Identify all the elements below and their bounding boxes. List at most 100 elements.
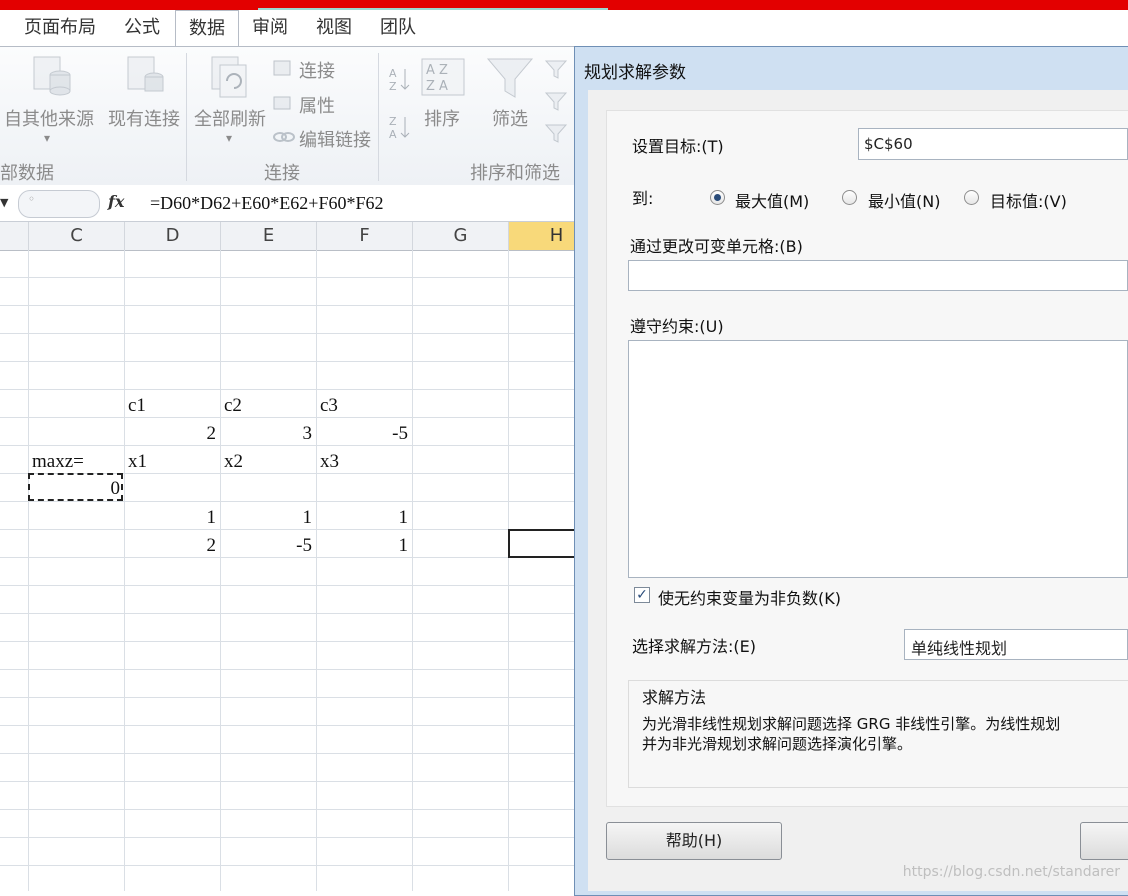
dialog-title: 规划求解参数 [584, 63, 686, 83]
chevron-down-icon: ▾ [44, 131, 51, 145]
other-sources-button[interactable]: 自其他来源 [4, 105, 94, 131]
svg-text:A: A [389, 128, 397, 141]
cell-c61[interactable]: 0 [28, 475, 121, 503]
cell-d60[interactable]: x1 [128, 448, 147, 476]
cell-e63[interactable]: -5 [220, 532, 312, 560]
group-separator [378, 53, 379, 181]
column-header-d[interactable]: D [125, 222, 221, 250]
cell-f63[interactable]: 1 [316, 532, 409, 560]
advanced-filter-icons [544, 60, 568, 143]
svg-text:A Z: A Z [426, 63, 448, 78]
constraints-label: 遵守约束:(U) [630, 317, 724, 336]
solving-method-desc-line1: 为光滑非线性规划求解问题选择 GRG 非线性引擎。为线性规划 [642, 715, 1061, 733]
tab-page-layout[interactable]: 页面布局 [18, 10, 102, 46]
set-objective-label: 设置目标:(T) [632, 137, 724, 156]
radio-value-of[interactable] [964, 190, 979, 205]
cell-d58[interactable]: c1 [128, 392, 146, 420]
solving-method-select[interactable]: 单纯线性规划 [904, 629, 1128, 660]
to-label: 到: [632, 189, 654, 208]
formula-input[interactable]: =D60*D62+E60*E62+F60*F62 [150, 193, 383, 214]
ribbon-data: 自其他来源 ▾ 现有连接 部数据 全部刷新 ▾ 连接 属性 编辑链接 连接 AZ… [0, 46, 576, 186]
tab-data[interactable]: 数据 [175, 10, 239, 47]
sort-az-icon: AZ [389, 67, 410, 93]
solving-method-desc-line2: 并为非光滑规划求解问题选择演化引擎。 [642, 735, 913, 753]
cell-c60-label[interactable]: maxz= [32, 448, 84, 476]
group-label-sort-filter: 排序和筛选 [470, 163, 560, 184]
grid-line [316, 250, 317, 891]
properties-icon [273, 96, 291, 110]
cell-d62[interactable]: 1 [124, 504, 217, 532]
grid-line [0, 277, 576, 278]
cell-f60[interactable]: x3 [320, 448, 339, 476]
cell-e58[interactable]: c2 [224, 392, 242, 420]
edit-links-icon [273, 132, 295, 142]
sort-icon: A ZZ A [421, 58, 465, 96]
insert-function-icon[interactable]: fx [108, 192, 124, 211]
cell-e62[interactable]: 1 [220, 504, 313, 532]
namebox-dropdown-icon[interactable]: ▼ [0, 196, 8, 209]
nonneg-checkbox[interactable]: ✓ [634, 587, 650, 603]
connections-button[interactable]: 连接 [299, 57, 335, 83]
radio-min[interactable] [842, 190, 857, 205]
svg-text:Z: Z [389, 80, 397, 93]
chevron-down-icon: ▾ [226, 131, 233, 145]
svg-text:Z A: Z A [426, 79, 448, 94]
properties-button[interactable]: 属性 [299, 92, 335, 118]
cell-e59[interactable]: 3 [220, 420, 313, 448]
grid-line [0, 417, 576, 418]
nonneg-label: 使无约束变量为非负数(K) [658, 589, 841, 608]
refresh-all-button[interactable]: 全部刷新 [194, 105, 266, 131]
cell-f58[interactable]: c3 [320, 392, 338, 420]
tab-team[interactable]: 团队 [372, 10, 424, 46]
filter-button[interactable]: 筛选 [492, 105, 528, 131]
grid-line [0, 697, 576, 698]
grid-line [0, 613, 576, 614]
existing-connections-icon [127, 56, 164, 92]
svg-text:A: A [389, 67, 397, 80]
sort-button[interactable]: 排序 [424, 105, 460, 131]
grid-line [508, 250, 509, 891]
grid-line [220, 250, 221, 891]
grid-line [0, 669, 576, 670]
scroll-icon: ◦ [28, 192, 36, 206]
refresh-all-icon [211, 56, 247, 98]
filter-icon [486, 58, 534, 98]
help-button[interactable]: 帮助(H) [606, 822, 782, 860]
cell-d59[interactable]: 2 [124, 420, 217, 448]
tab-formulas[interactable]: 公式 [116, 10, 168, 46]
edit-links-button[interactable]: 编辑链接 [299, 126, 371, 152]
column-header-c[interactable]: C [29, 222, 125, 250]
grid-line [0, 837, 576, 838]
solving-method-label: 选择求解方法:(E) [632, 637, 756, 656]
tab-review[interactable]: 审阅 [244, 10, 296, 46]
grid-line [0, 781, 576, 782]
cell-f62[interactable]: 1 [316, 504, 409, 532]
grid-line [0, 333, 576, 334]
radio-value-of-label: 目标值:(V) [990, 192, 1067, 211]
grid-line [0, 809, 576, 810]
solve-button[interactable] [1080, 822, 1128, 860]
ribbon-tab-bar [0, 10, 1128, 46]
column-header-b[interactable] [0, 222, 29, 250]
grid-line [0, 389, 576, 390]
cell-e60[interactable]: x2 [224, 448, 243, 476]
cell-f59[interactable]: -5 [316, 420, 408, 448]
existing-connections-button[interactable]: 现有连接 [108, 105, 180, 131]
column-header-e[interactable]: E [221, 222, 317, 250]
constraints-list[interactable] [628, 340, 1128, 578]
grid-line [0, 641, 576, 642]
changing-cells-input[interactable] [628, 260, 1128, 291]
grid-line [0, 865, 576, 866]
tab-view[interactable]: 视图 [308, 10, 360, 46]
radio-max[interactable] [710, 190, 725, 205]
svg-text:Z: Z [389, 115, 397, 128]
grid-line [412, 250, 413, 891]
group-label-connections: 连接 [264, 163, 300, 184]
set-objective-input[interactable]: $C$60 [858, 128, 1128, 160]
grid-line [0, 725, 576, 726]
column-header-g[interactable]: G [413, 222, 509, 250]
column-header-f[interactable]: F [317, 222, 413, 250]
radio-max-label: 最大值(M) [735, 192, 810, 211]
cell-d63[interactable]: 2 [124, 532, 217, 560]
grid-line [124, 250, 125, 891]
